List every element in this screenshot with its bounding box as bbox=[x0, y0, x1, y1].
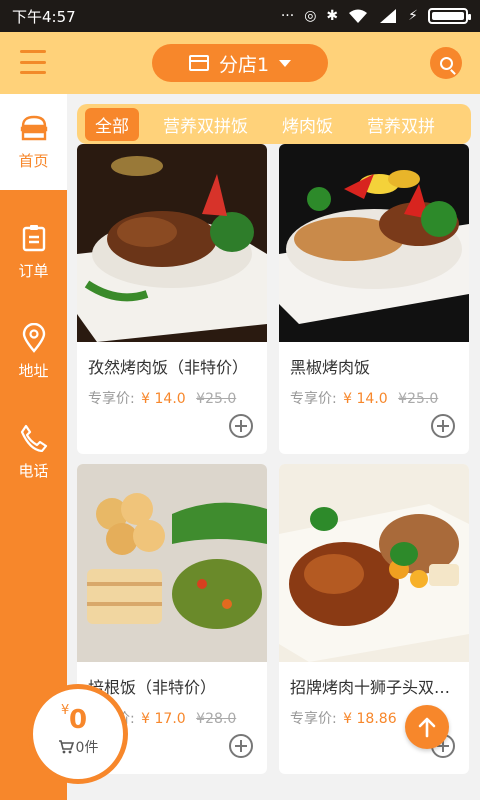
product-name: 培根饭（非特价） bbox=[88, 678, 217, 697]
tab-nutrition-combo-rice[interactable]: 营养双拼饭 bbox=[153, 108, 258, 141]
price-row: 专享价: ¥ 14.0 ¥25.0 bbox=[88, 388, 236, 408]
search-button[interactable] bbox=[430, 47, 462, 79]
store-name: 分店1 bbox=[218, 53, 270, 76]
sidebar-item-phone[interactable]: 电话 bbox=[0, 404, 67, 500]
product-image bbox=[279, 144, 469, 342]
battery-icon bbox=[428, 8, 471, 24]
top-bar: 分店1 bbox=[0, 32, 480, 94]
sidebar-item-label: 首页 bbox=[18, 151, 49, 170]
original-price: ¥28.0 bbox=[196, 711, 237, 727]
price-label: 专享价: bbox=[290, 711, 337, 727]
tab-bbq-rice[interactable]: 烤肉饭 bbox=[272, 108, 343, 141]
signal-icon bbox=[380, 9, 397, 23]
product-card[interactable]: 孜然烤肉饭（非特价） 专享价: ¥ 14.0 ¥25.0 bbox=[77, 144, 267, 454]
price-label: 专享价: bbox=[88, 391, 135, 407]
sidebar-item-label: 订单 bbox=[18, 261, 49, 280]
clipboard-icon bbox=[20, 224, 48, 252]
sidebar-item-label: 地址 bbox=[18, 361, 49, 380]
status-icons: ··· ◎ ✱ ⚡ bbox=[280, 8, 471, 24]
phone-icon bbox=[20, 424, 48, 452]
product-name: 孜然烤肉饭（非特价） bbox=[88, 358, 249, 377]
store-icon bbox=[188, 55, 209, 71]
arrow-up-icon bbox=[418, 717, 436, 738]
product-image bbox=[279, 464, 469, 662]
chevron-down-icon bbox=[279, 59, 292, 67]
sidebar-item-label: 电话 bbox=[18, 461, 49, 480]
tab-all[interactable]: 全部 bbox=[85, 107, 139, 141]
sidebar-item-home[interactable]: 首页 bbox=[0, 94, 67, 190]
search-icon bbox=[439, 56, 453, 70]
product-name: 黑椒烤肉饭 bbox=[290, 358, 371, 377]
original-price: ¥25.0 bbox=[196, 391, 237, 407]
cart-button[interactable]: ¥ 0 0件 bbox=[28, 684, 128, 784]
original-price: ¥25.0 bbox=[398, 391, 439, 407]
scroll-to-top-button[interactable] bbox=[405, 705, 449, 749]
product-price: ¥ 14.0 bbox=[343, 391, 388, 407]
location-pin-icon bbox=[20, 322, 48, 353]
product-price: ¥ 18.86 bbox=[343, 711, 397, 727]
product-card[interactable]: 黑椒烤肉饭 专享价: ¥ 14.0 ¥25.0 bbox=[279, 144, 469, 454]
product-price: ¥ 17.0 bbox=[141, 711, 186, 727]
more-icon: ··· bbox=[280, 8, 295, 24]
cart-count-row: 0件 bbox=[58, 737, 99, 757]
price-label: 专享价: bbox=[290, 391, 337, 407]
store-selector[interactable]: 分店1 bbox=[152, 44, 328, 82]
product-price: ¥ 14.0 bbox=[141, 391, 186, 407]
menu-button[interactable] bbox=[20, 50, 46, 74]
product-area: 全部 营养双拼饭 烤肉饭 营养双拼 孜然烤肉饭（非特价） 专享价: ¥ 14.0… bbox=[67, 94, 480, 800]
add-to-cart-button[interactable] bbox=[229, 414, 253, 438]
category-tabs: 全部 营养双拼饭 烤肉饭 营养双拼 bbox=[77, 104, 471, 144]
product-name: 招牌烤肉十狮子头双拼饭 bbox=[290, 678, 462, 697]
tab-nutrition-combo[interactable]: 营养双拼 bbox=[357, 108, 445, 141]
cart-count: 0件 bbox=[75, 740, 99, 756]
add-to-cart-button[interactable] bbox=[431, 414, 455, 438]
cart-icon bbox=[58, 740, 74, 754]
status-bar: 下午4:57 ··· ◎ ✱ ⚡ bbox=[0, 0, 480, 32]
price-row: 专享价: ¥ 18.86 bbox=[290, 708, 397, 728]
alarm-icon: ◎ bbox=[304, 8, 317, 24]
charging-icon: ⚡ bbox=[408, 8, 418, 24]
home-icon bbox=[20, 114, 48, 142]
bluetooth-icon: ✱ bbox=[326, 8, 339, 24]
price-row: 专享价: ¥ 14.0 ¥25.0 bbox=[290, 388, 438, 408]
status-time: 下午4:57 bbox=[12, 7, 76, 26]
sidebar-item-orders[interactable]: 订单 bbox=[0, 204, 67, 300]
cart-currency: ¥ bbox=[61, 703, 70, 718]
product-image bbox=[77, 464, 267, 662]
wifi-icon bbox=[349, 9, 368, 23]
sidebar-item-address[interactable]: 地址 bbox=[0, 304, 67, 400]
add-to-cart-button[interactable] bbox=[229, 734, 253, 758]
product-image bbox=[77, 144, 267, 342]
cart-amount: 0 bbox=[68, 705, 88, 735]
